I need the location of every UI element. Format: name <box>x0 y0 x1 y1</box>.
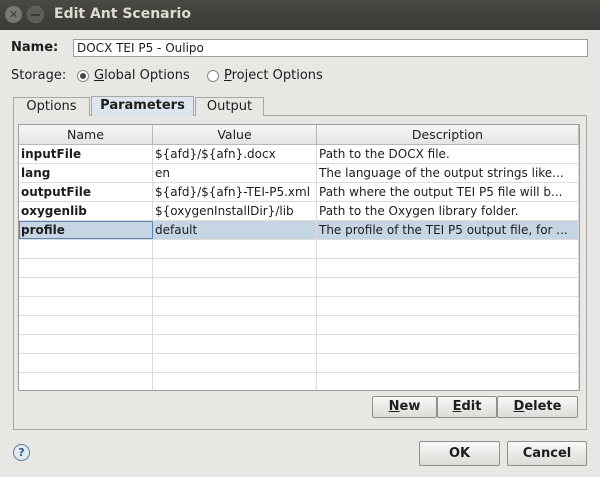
table-header: Name Value Description <box>19 125 579 145</box>
param-description: Path where the output TEI P5 file will b… <box>317 183 579 201</box>
param-description: The language of the output strings like.… <box>317 164 579 182</box>
new-button[interactable]: New <box>372 396 437 418</box>
delete-button[interactable]: Delete <box>497 396 578 418</box>
edit-button[interactable]: Edit <box>437 396 497 418</box>
param-value: ${oxygenInstallDir}/lib <box>153 202 317 220</box>
table-row-selected[interactable]: profile default The profile of the TEI P… <box>19 221 579 240</box>
param-value: en <box>153 164 317 182</box>
parameters-table: Name Value Description inputFile ${afd}/… <box>18 124 580 391</box>
help-icon[interactable]: ? <box>13 444 30 461</box>
param-value: default <box>153 221 317 239</box>
table-row[interactable]: outputFile ${afd}/${afn}-TEI-P5.xml Path… <box>19 183 579 202</box>
empty-row <box>19 297 579 316</box>
empty-row <box>19 240 579 259</box>
empty-row <box>19 373 579 390</box>
global-options-label[interactable]: Global Options <box>94 68 190 83</box>
tab-parameters[interactable]: Parameters <box>91 96 194 116</box>
column-header-name[interactable]: Name <box>19 125 153 144</box>
param-name: inputFile <box>19 145 153 163</box>
table-row[interactable]: oxygenlib ${oxygenInstallDir}/lib Path t… <box>19 202 579 221</box>
table-row[interactable]: inputFile ${afd}/${afn}.docx Path to the… <box>19 145 579 164</box>
minimize-icon[interactable] <box>27 6 44 23</box>
cancel-button[interactable]: Cancel <box>507 441 587 466</box>
empty-row <box>19 354 579 373</box>
close-icon[interactable]: ✕ <box>5 6 22 23</box>
param-description: Path to the DOCX file. <box>317 145 579 163</box>
empty-row <box>19 278 579 297</box>
param-name: outputFile <box>19 183 153 201</box>
title-bar: ✕ Edit Ant Scenario <box>0 0 600 30</box>
param-name: oxygenlib <box>19 202 153 220</box>
project-options-radio[interactable] <box>207 70 219 82</box>
storage-label: Storage: <box>11 68 67 83</box>
param-value: ${afd}/${afn}-TEI-P5.xml <box>153 183 317 201</box>
param-name: lang <box>19 164 153 182</box>
param-description: Path to the Oxygen library folder. <box>317 202 579 220</box>
param-name: profile <box>19 221 153 239</box>
tab-options[interactable]: Options <box>13 97 90 116</box>
window-title: Edit Ant Scenario <box>54 6 191 22</box>
tab-output[interactable]: Output <box>195 97 264 116</box>
name-field[interactable]: DOCX TEI P5 - Oulipo <box>73 39 588 57</box>
name-label: Name: <box>11 40 59 55</box>
project-options-label[interactable]: Project Options <box>224 68 323 83</box>
ok-button[interactable]: OK <box>419 441 500 466</box>
param-description: The profile of the TEI P5 output file, f… <box>317 221 579 239</box>
param-value: ${afd}/${afn}.docx <box>153 145 317 163</box>
column-header-value[interactable]: Value <box>153 125 317 144</box>
empty-row <box>19 259 579 278</box>
table-row[interactable]: lang en The language of the output strin… <box>19 164 579 183</box>
column-header-description[interactable]: Description <box>317 125 579 144</box>
global-options-radio[interactable] <box>77 70 89 82</box>
empty-row <box>19 335 579 354</box>
empty-row <box>19 316 579 335</box>
